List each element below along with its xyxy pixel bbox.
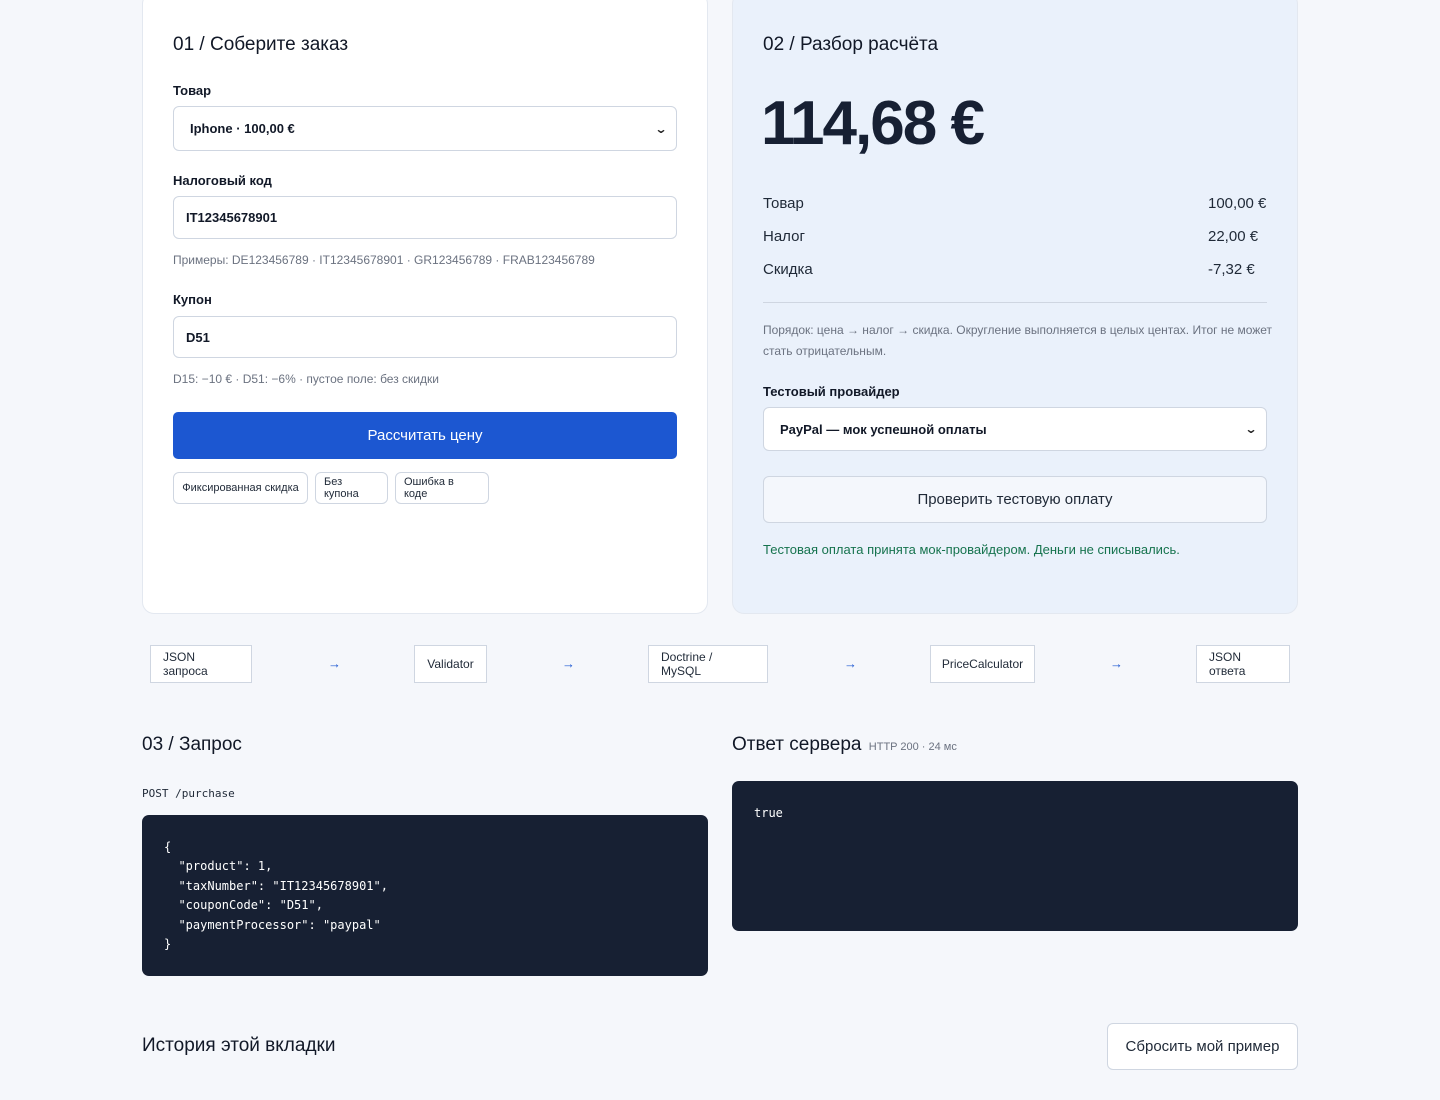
flow-node-validator: Validator bbox=[414, 645, 487, 683]
row-tax-value: 22,00 € bbox=[1208, 228, 1259, 245]
provider-select[interactable]: PayPal — мок успешной оплаты ⌄ bbox=[763, 407, 1267, 451]
code-line: "paymentProcessor": "paypal" bbox=[164, 918, 381, 932]
preset-no-coupon-button[interactable]: Без купона bbox=[315, 472, 388, 504]
flow-arrow-icon: → bbox=[328, 656, 341, 671]
tax-number-input[interactable]: IT12345678901 bbox=[173, 196, 677, 239]
code-line: { bbox=[164, 840, 172, 854]
breakdown-title: 02 / Разбор расчёта bbox=[763, 34, 939, 55]
coupon-input[interactable]: D51 bbox=[173, 316, 677, 358]
request-endpoint: POST /purchase bbox=[142, 787, 235, 800]
order-title: 01 / Соберите заказ bbox=[173, 34, 349, 55]
chevron-down-icon: ⌄ bbox=[1244, 422, 1258, 436]
flow-node-response-json: JSON ответа bbox=[1196, 645, 1290, 683]
total-price: 114,68 € bbox=[761, 89, 985, 158]
flow-node-price-calculator: PriceCalculator bbox=[930, 645, 1035, 683]
code-line: "couponCode": "D51", bbox=[164, 898, 323, 912]
breakdown-divider bbox=[763, 302, 1267, 303]
response-title: Ответ сервера HTTP 200 · 24 мс bbox=[732, 734, 957, 756]
code-line: } bbox=[164, 937, 172, 951]
preset-invalid-code-button[interactable]: Ошибка в коде bbox=[395, 472, 489, 504]
provider-select-value: PayPal — мок успешной оплаты bbox=[780, 421, 987, 437]
history-title: История этой вкладки bbox=[142, 1035, 336, 1056]
row-discount-label: Скидка bbox=[763, 261, 813, 278]
chevron-down-icon: ⌄ bbox=[654, 121, 668, 136]
product-label: Товар bbox=[173, 83, 212, 98]
response-body: true bbox=[754, 806, 783, 820]
flow-arrow-icon: → bbox=[844, 656, 857, 671]
flow-arrow-icon: → bbox=[562, 656, 575, 671]
coupon-label: Купон bbox=[173, 292, 212, 307]
row-discount-value: -7,32 € bbox=[1208, 261, 1255, 278]
calculation-note: Порядок: цена → налог → скидка. Округлен… bbox=[763, 323, 1273, 358]
flow-node-request-json: JSON запроса bbox=[150, 645, 252, 683]
coupon-value: D51 bbox=[186, 329, 210, 345]
provider-label: Тестовый провайдер bbox=[763, 384, 900, 399]
response-code-block: true bbox=[732, 781, 1298, 931]
reset-example-button[interactable]: Сбросить мой пример bbox=[1107, 1023, 1298, 1070]
response-meta: HTTP 200 · 24 мс bbox=[868, 741, 957, 753]
tax-hint: Примеры: DE123456789 · IT12345678901 · G… bbox=[173, 253, 595, 267]
order-card bbox=[142, 0, 708, 614]
row-tax-label: Налог bbox=[763, 228, 805, 245]
row-product-value: 100,00 € bbox=[1208, 195, 1267, 212]
row-product-label: Товар bbox=[763, 195, 804, 212]
flow-arrow-icon: → bbox=[1110, 656, 1123, 671]
payment-success-message: Тестовая оплата принята мок-провайдером.… bbox=[763, 542, 1180, 557]
request-title: 03 / Запрос bbox=[142, 734, 242, 755]
flow-node-doctrine: Doctrine / MySQL bbox=[648, 645, 768, 683]
product-select[interactable]: Iphone · 100,00 € ⌄ bbox=[173, 106, 677, 151]
preset-fixed-discount-button[interactable]: Фиксированная скидка bbox=[173, 472, 308, 504]
request-code-block: { "product": 1, "taxNumber": "IT12345678… bbox=[142, 815, 708, 976]
calculate-button[interactable]: Рассчитать цену bbox=[173, 412, 677, 459]
code-line: "taxNumber": "IT12345678901", bbox=[164, 879, 388, 893]
check-payment-button[interactable]: Проверить тестовую оплату bbox=[763, 476, 1267, 523]
code-line: "product": 1, bbox=[164, 859, 273, 873]
tax-number-value: IT12345678901 bbox=[186, 210, 278, 225]
product-select-value: Iphone · 100,00 € bbox=[190, 121, 295, 136]
tax-label: Налоговый код bbox=[173, 173, 272, 188]
response-title-text: Ответ сервера bbox=[732, 734, 862, 755]
coupon-hint: D15: −10 € · D51: −6% · пустое поле: без… bbox=[173, 372, 439, 386]
